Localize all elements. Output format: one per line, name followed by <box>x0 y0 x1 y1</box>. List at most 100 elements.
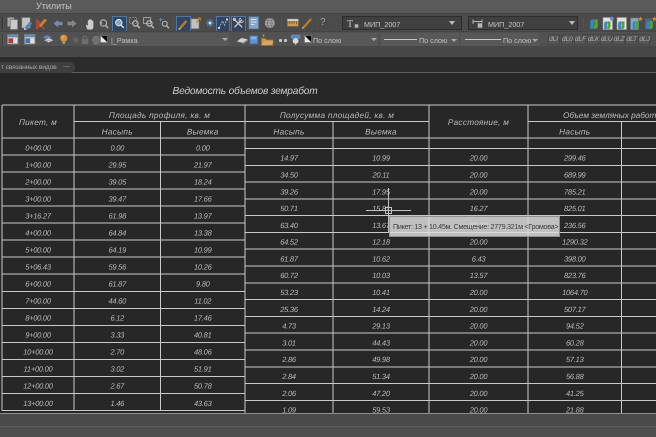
svg-text:507.17: 507.17 <box>564 305 587 314</box>
svg-text:94.52: 94.52 <box>566 322 585 331</box>
svg-text:20.00: 20.00 <box>469 187 489 196</box>
svg-text:0.00: 0.00 <box>110 143 125 152</box>
svg-text:8+00.00: 8+00.00 <box>25 314 52 323</box>
svg-text:61.98: 61.98 <box>108 211 127 220</box>
svg-text:6.12: 6.12 <box>110 314 125 323</box>
svg-text:3.33: 3.33 <box>110 331 125 340</box>
svg-text:12+00.00: 12+00.00 <box>23 382 54 391</box>
svg-text:11.02: 11.02 <box>194 297 212 306</box>
svg-text:3.01: 3.01 <box>282 338 296 347</box>
svg-text:689.99: 689.99 <box>564 171 587 180</box>
svg-text:50.71: 50.71 <box>280 204 298 213</box>
svg-text:44.43: 44.43 <box>372 338 391 347</box>
svg-text:5+06.43: 5+06.43 <box>25 263 52 272</box>
svg-text:1064.70: 1064.70 <box>562 288 588 297</box>
svg-text:1.46: 1.46 <box>110 399 125 408</box>
svg-text:6+00.00: 6+00.00 <box>25 280 52 289</box>
svg-text:60.28: 60.28 <box>566 338 585 347</box>
svg-text:Объем земляных работ, куб. м: Объем земляных работ, куб. м <box>563 111 656 120</box>
svg-text:2.70: 2.70 <box>109 348 125 357</box>
svg-text:51.91: 51.91 <box>194 365 212 374</box>
svg-text:Расстояние, м: Расстояние, м <box>448 118 509 127</box>
svg-text:61.87: 61.87 <box>108 280 127 289</box>
svg-text:20.00: 20.00 <box>469 338 489 347</box>
svg-text:1290.32: 1290.32 <box>562 238 588 247</box>
svg-text:20.00: 20.00 <box>469 288 489 297</box>
svg-text:12.18: 12.18 <box>372 238 391 247</box>
svg-text:64.19: 64.19 <box>108 246 127 255</box>
svg-text:5+00.00: 5+00.00 <box>25 246 52 255</box>
svg-text:17.66: 17.66 <box>194 194 213 203</box>
svg-text:13+00.00: 13+00.00 <box>23 399 54 408</box>
svg-text:10.03: 10.03 <box>372 271 391 280</box>
svg-text:43.63: 43.63 <box>194 399 213 408</box>
svg-text:0.00: 0.00 <box>196 143 211 152</box>
svg-text:2.84: 2.84 <box>281 372 296 381</box>
svg-text:20.11: 20.11 <box>372 171 390 180</box>
svg-text:10.62: 10.62 <box>372 254 391 263</box>
svg-text:Насыпь: Насыпь <box>273 128 304 137</box>
svg-text:10.99: 10.99 <box>372 154 391 163</box>
svg-text:13.97: 13.97 <box>194 211 213 220</box>
svg-text:2.06: 2.06 <box>281 389 297 398</box>
svg-text:2.86: 2.86 <box>281 355 297 364</box>
svg-text:60.72: 60.72 <box>280 271 299 280</box>
svg-text:299.46: 299.46 <box>563 154 587 163</box>
svg-text:14.97: 14.97 <box>280 154 299 163</box>
svg-text:Выемка: Выемка <box>187 128 219 137</box>
svg-text:Насыпь: Насыпь <box>559 128 590 137</box>
svg-text:20.00: 20.00 <box>469 355 489 364</box>
svg-text:4+00.00: 4+00.00 <box>25 229 52 238</box>
svg-text:20.00: 20.00 <box>469 305 489 314</box>
svg-text:18.24: 18.24 <box>194 177 212 186</box>
svg-text:39.47: 39.47 <box>108 194 127 203</box>
svg-text:20.00: 20.00 <box>469 154 489 163</box>
svg-text:20.00: 20.00 <box>469 322 489 331</box>
svg-text:15.81: 15.81 <box>372 204 390 213</box>
svg-text:20.00: 20.00 <box>469 372 489 381</box>
svg-text:63.40: 63.40 <box>280 221 299 230</box>
svg-text:50.78: 50.78 <box>194 382 213 391</box>
svg-text:3.02: 3.02 <box>110 365 125 374</box>
svg-text:13.57: 13.57 <box>470 271 489 280</box>
svg-text:16.27: 16.27 <box>470 204 489 213</box>
svg-text:21.97: 21.97 <box>193 160 213 169</box>
svg-text:61.87: 61.87 <box>280 254 299 263</box>
svg-text:64.84: 64.84 <box>108 229 126 238</box>
svg-text:6.43: 6.43 <box>472 254 487 263</box>
svg-text:25.36: 25.36 <box>279 305 299 314</box>
svg-text:Пикет, м: Пикет, м <box>19 118 57 127</box>
svg-text:39.05: 39.05 <box>108 177 127 186</box>
svg-text:Ведомость объемов земработ: Ведомость объемов земработ <box>173 86 319 97</box>
svg-text:7+00.00: 7+00.00 <box>25 297 52 306</box>
svg-text:17.46: 17.46 <box>194 314 213 323</box>
svg-text:3+16.27: 3+16.27 <box>25 211 52 220</box>
svg-text:4.73: 4.73 <box>282 322 297 331</box>
svg-text:20.00: 20.00 <box>469 238 489 247</box>
svg-text:823.76: 823.76 <box>564 271 587 280</box>
svg-text:53.23: 53.23 <box>280 288 299 297</box>
svg-text:49.98: 49.98 <box>372 355 391 364</box>
svg-text:825.01: 825.01 <box>564 204 586 213</box>
svg-text:Выемка: Выемка <box>365 128 397 137</box>
svg-text:39.26: 39.26 <box>280 187 299 196</box>
svg-text:10+00.00: 10+00.00 <box>23 348 54 357</box>
svg-text:44.60: 44.60 <box>108 297 127 306</box>
svg-text:3+00.00: 3+00.00 <box>25 194 52 203</box>
svg-text:Полусумма площадей, кв. м: Полусумма площадей, кв. м <box>280 111 394 120</box>
svg-text:1+00.00: 1+00.00 <box>25 160 52 169</box>
svg-text:236.56: 236.56 <box>563 221 587 230</box>
svg-text:11+00.00: 11+00.00 <box>24 365 54 374</box>
svg-text:0+00.00: 0+00.00 <box>25 143 52 152</box>
svg-text:48.06: 48.06 <box>194 348 213 357</box>
svg-text:59.56: 59.56 <box>108 263 127 272</box>
svg-text:29.13: 29.13 <box>371 322 391 331</box>
svg-text:47.20: 47.20 <box>372 389 391 398</box>
svg-text:51.34: 51.34 <box>372 372 390 381</box>
svg-text:41.25: 41.25 <box>566 389 585 398</box>
svg-text:10.99: 10.99 <box>194 246 213 255</box>
svg-text:785.21: 785.21 <box>564 187 586 196</box>
svg-text:Площадь профиля, кв. м: Площадь профиля, кв. м <box>109 111 210 120</box>
svg-text:398.00: 398.00 <box>564 254 587 263</box>
svg-text:9.80: 9.80 <box>196 280 211 289</box>
